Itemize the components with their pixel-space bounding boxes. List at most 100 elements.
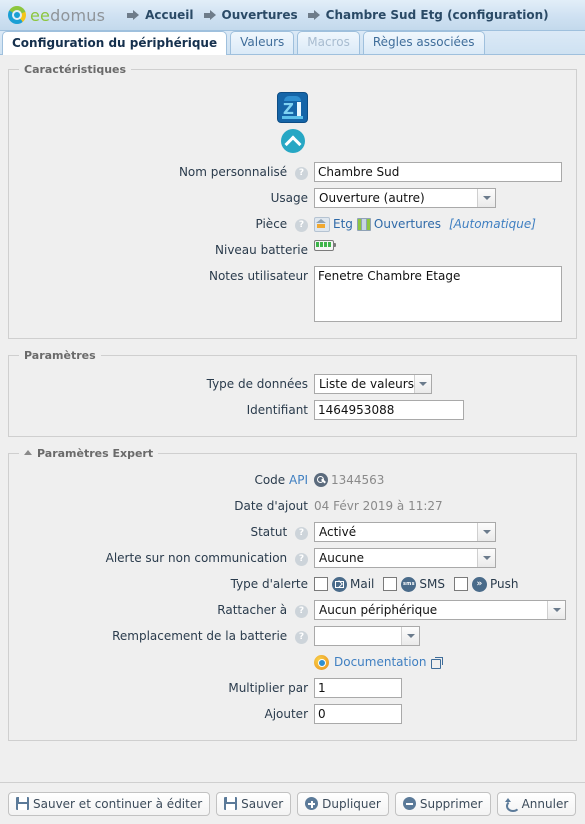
delete-button[interactable]: Supprimer <box>394 791 491 816</box>
breadcrumb-item-ouvertures[interactable]: Ouvertures <box>222 8 298 22</box>
label-notes-utilisateur: Notes utilisateur <box>208 269 308 283</box>
save-icon <box>16 797 29 810</box>
input-ajouter[interactable] <box>314 704 402 724</box>
sms-icon: sms <box>401 576 417 592</box>
row-alerte-non-communication: Alerte sur non communication ? Aucune <box>9 548 576 568</box>
value-date-ajout: 04 Févr 2019 à 11:27 <box>314 499 443 513</box>
row-remplacement-batterie: Remplacement de la batterie ? <box>9 626 576 646</box>
zi-icon-letter: Z <box>283 100 294 118</box>
select-statut-value: Activé <box>319 525 357 539</box>
house-icon <box>314 216 330 232</box>
section-parametres-expert-legend[interactable]: Paramètres Expert <box>19 447 158 460</box>
textarea-notes-utilisateur[interactable]: Fenetre Chambre Etage <box>314 266 562 322</box>
label-statut: Statut ? <box>9 522 314 542</box>
label-remplacement-text: Remplacement de la batterie <box>112 629 288 643</box>
help-icon[interactable]: ? <box>295 527 308 540</box>
label-type-donnees: Type de données <box>206 377 308 391</box>
zipato-device-icon[interactable]: Z <box>277 92 308 123</box>
battery-icon <box>314 240 336 251</box>
label-niveau-batterie: Niveau batterie <box>215 243 308 257</box>
value-code-api: 1344563 <box>331 473 385 487</box>
duplicate-button[interactable]: Dupliquer <box>297 791 389 816</box>
section-parametres: Paramètres Type de données Liste de vale… <box>8 349 577 437</box>
piece-group-link[interactable]: Ouvertures <box>374 214 441 234</box>
duplicate-label: Dupliquer <box>322 796 381 811</box>
select-rattacher-value: Aucun périphérique <box>319 603 438 617</box>
label-multiplier-par: Multiplier par <box>228 681 308 695</box>
help-icon[interactable]: ? <box>295 167 308 180</box>
label-nom-personnalise-text: Nom personnalisé <box>178 165 288 179</box>
chevron-up-icon[interactable] <box>280 129 305 153</box>
label-ajouter: Ajouter <box>264 707 308 721</box>
external-link-icon[interactable] <box>430 656 443 669</box>
piece-room-link[interactable]: Etg <box>333 214 353 234</box>
eedomus-logo[interactable]: eedomus <box>8 6 105 25</box>
breadcrumb-item-accueil[interactable]: Accueil <box>145 8 193 22</box>
undo-icon <box>504 797 520 812</box>
label-alerte-push: Push <box>489 577 519 591</box>
select-rattacher-a[interactable]: Aucun périphérique <box>314 600 566 620</box>
battery-cells <box>316 242 331 247</box>
arrow-right-icon <box>203 9 217 21</box>
save-icon <box>224 797 238 810</box>
label-date-ajout: Date d'ajout <box>234 499 308 513</box>
app-header: eedomus Accueil Ouvertures Chambre Sud E… <box>0 0 585 31</box>
input-identifiant[interactable] <box>314 400 464 420</box>
input-nom-personnalise[interactable] <box>314 162 562 182</box>
row-niveau-batterie: Niveau batterie <box>9 240 576 260</box>
save-and-continue-button[interactable]: Sauver et continuer à éditer <box>8 791 211 816</box>
select-statut[interactable]: Activé <box>314 522 496 542</box>
select-alerte-value: Aucune <box>319 551 365 565</box>
select-alerte-non-communication[interactable]: Aucune <box>314 548 496 568</box>
select-usage[interactable]: Ouverture (autre) <box>314 188 496 208</box>
label-alerte-sms: SMS <box>419 577 445 591</box>
tab-configuration[interactable]: Configuration du périphérique <box>2 31 228 55</box>
chevron-down-icon <box>401 627 419 645</box>
logo-ee: ee <box>30 5 51 25</box>
section-parametres-legend: Paramètres <box>24 349 96 362</box>
help-icon[interactable]: ? <box>295 631 308 644</box>
checkbox-alerte-push[interactable] <box>453 577 468 591</box>
label-type-alerte: Type d'alerte <box>230 577 308 591</box>
plus-circle-icon <box>305 797 319 810</box>
push-icon: » <box>471 576 487 592</box>
select-usage-value: Ouverture (autre) <box>319 191 425 205</box>
row-type-alerte: Type d'alerte Mail sms SMS » Push <box>9 574 576 594</box>
help-icon[interactable]: ? <box>295 553 308 566</box>
checkbox-alerte-sms[interactable] <box>383 577 398 591</box>
row-code-api: Code API 1344563 <box>9 470 576 490</box>
section-caracteristiques-legend: Caractéristiques <box>24 63 127 76</box>
arrow-right-icon <box>307 9 321 21</box>
documentation-link[interactable]: Documentation <box>334 652 427 672</box>
tab-regles-associees[interactable]: Règles associées <box>362 31 485 54</box>
mail-icon <box>332 576 347 592</box>
input-multiplier-par[interactable] <box>314 678 402 698</box>
help-icon[interactable]: ? <box>295 219 308 232</box>
save-and-continue-label: Sauver et continuer à éditer <box>33 796 203 811</box>
tab-bar: Configuration du périphérique Valeurs Ma… <box>0 31 585 55</box>
select-type-donnees[interactable]: Liste de valeurs <box>314 374 432 394</box>
chevron-down-icon <box>547 601 565 619</box>
select-remplacement-batterie[interactable] <box>314 626 420 646</box>
label-rattacher-text: Rattacher à <box>217 603 288 617</box>
row-multiplier-par: Multiplier par <box>9 678 576 698</box>
checkbox-alerte-mail[interactable] <box>314 577 328 591</box>
page-content: Caractéristiques Z Nom personnalisé ? Ch… <box>0 55 585 741</box>
device-icon-block: Z <box>9 82 576 162</box>
section-caracteristiques: Caractéristiques Z Nom personnalisé ? Ch… <box>8 63 577 339</box>
collapse-triangle-icon[interactable] <box>24 450 32 455</box>
cancel-button[interactable]: Annuler <box>496 791 577 816</box>
piece-automatique-tag: [Automatique] <box>449 217 536 231</box>
row-identifiant: Identifiant <box>9 400 576 420</box>
label-piece: Pièce ? <box>9 214 314 234</box>
chevron-down-icon <box>413 375 431 393</box>
row-piece: Pièce ? Etg Ouvertures [Automatique] <box>9 214 576 234</box>
label-identifiant: Identifiant <box>246 403 308 417</box>
tab-valeurs[interactable]: Valeurs <box>230 31 295 54</box>
api-link[interactable]: API <box>289 473 308 487</box>
save-button[interactable]: Sauver <box>216 791 292 816</box>
label-code-api: Code API <box>9 470 314 490</box>
help-icon[interactable]: ? <box>295 605 308 618</box>
logo-text: eedomus <box>30 6 105 25</box>
logo-domus: domus <box>50 5 106 25</box>
